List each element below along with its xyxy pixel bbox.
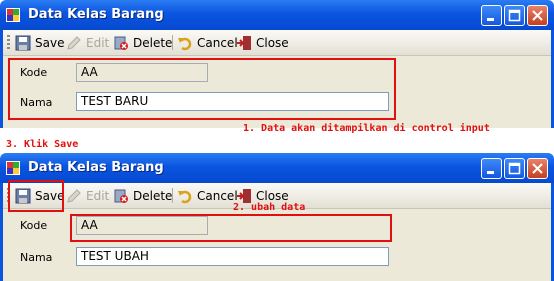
toolbar-separator [172,188,173,203]
exit-door-icon [237,35,251,50]
window-title: Data Kelas Barang [28,7,164,22]
close-icon [532,10,543,21]
toolbar-grip[interactable] [7,35,10,50]
minimize-button[interactable] [481,158,502,179]
undo-icon [178,190,192,203]
maximize-icon [508,9,521,22]
close-icon [532,163,543,174]
annotation-step1: 1. Data akan ditampilkan di control inpu… [243,123,490,134]
delete-icon [114,189,128,203]
edit-pencil-icon [67,35,81,50]
edit-pencil-icon [67,188,81,203]
nama-label: Nama [20,251,53,264]
edit-label: Edit [86,35,110,50]
toolbar: Save Edit Delete Cancel Close [3,30,551,56]
app-icon [6,161,20,175]
cancel-label: Cancel [197,35,238,50]
delete-label: Delete [133,188,173,203]
undo-icon [178,37,192,50]
app-icon [6,8,20,22]
edit-label: Edit [86,188,110,203]
close-label: Close [256,35,289,50]
delete-button[interactable]: Delete [113,186,172,205]
window-title: Data Kelas Barang [28,160,164,175]
maximize-button[interactable] [504,158,525,179]
annotation-box-save [8,180,64,212]
cancel-label: Cancel [197,188,238,203]
title-bar[interactable]: Data Kelas Barang [0,153,554,183]
annotation-box-inputs [8,58,396,120]
nama-field[interactable]: TEST UBAH [76,247,389,266]
close-window-button[interactable] [527,158,548,179]
close-window-button[interactable] [527,5,548,26]
title-bar[interactable]: Data Kelas Barang [0,0,554,30]
save-button[interactable]: Save [15,33,64,52]
cancel-button[interactable]: Cancel [177,186,238,205]
cancel-button[interactable]: Cancel [177,33,238,52]
delete-button[interactable]: Delete [113,33,172,52]
toolbar-separator [172,35,173,50]
delete-label: Delete [133,35,173,50]
save-label: Save [35,35,65,50]
save-icon [15,35,31,50]
minimize-button[interactable] [481,5,502,26]
annotation-step3: 3. Klik Save [6,139,79,150]
maximize-button[interactable] [504,5,525,26]
edit-button[interactable]: Edit [66,33,109,52]
annotation-step2: 2. ubah data [233,202,306,213]
edit-button[interactable]: Edit [66,186,109,205]
kode-label: Kode [20,219,48,232]
maximize-icon [508,162,521,175]
minimize-icon [487,171,494,174]
close-button[interactable]: Close [236,33,289,52]
minimize-icon [487,18,494,21]
close-label: Close [256,188,289,203]
delete-icon [114,36,128,50]
annotation-box-nama [70,214,392,242]
